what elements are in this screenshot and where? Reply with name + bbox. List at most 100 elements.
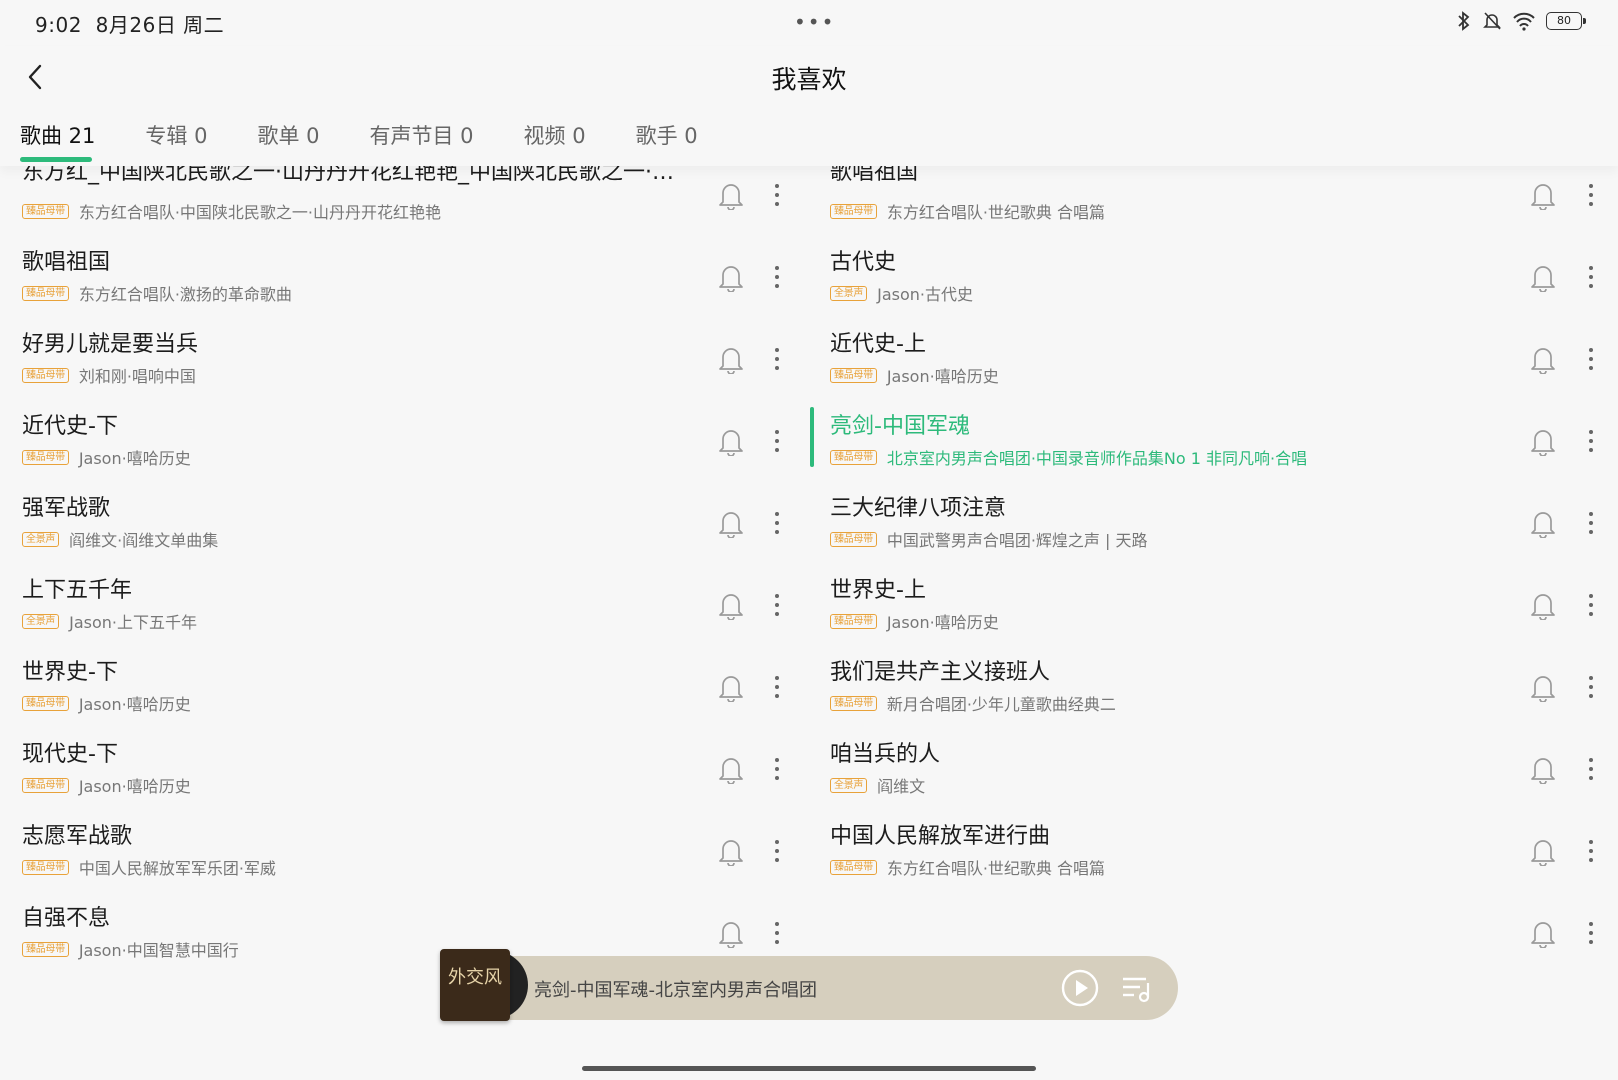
bell-icon[interactable] [1530,918,1556,948]
bell-icon[interactable] [718,590,744,620]
song-meta: 臻品母带 东方红合唱队·世纪歌典 合唱篇 [830,199,1105,223]
song-row[interactable]: 古代史 全景声 Jason·古代史 [830,244,1600,326]
bell-icon[interactable] [718,918,744,948]
bell-icon[interactable] [718,180,744,210]
quality-badge: 全景声 [830,285,868,301]
bell-icon[interactable] [718,262,744,292]
tab-audio-programs[interactable]: 有声节目 0 [370,120,474,150]
bell-icon[interactable] [1530,836,1556,866]
bluetooth-icon [1458,11,1470,31]
playing-indicator [810,407,814,467]
artist-album: Jason·中国智慧中国行 [78,941,239,960]
song-row[interactable]: 中国人民解放军进行曲 臻品母带 东方红合唱队·世纪歌典 合唱篇 [830,818,1600,900]
song-row[interactable]: 歌唱祖国 臻品母带 东方红合唱队·世纪歌典 合唱篇 [830,160,1600,244]
home-indicator[interactable] [582,1066,1036,1071]
tab-albums[interactable]: 专辑 0 [145,120,207,150]
quality-badge: 臻品母带 [830,449,877,465]
bell-icon[interactable] [718,344,744,374]
artist-album: 阎维文·阎维文单曲集 [69,531,219,550]
song-row[interactable]: 近代史-下 臻品母带 Jason·嘻哈历史 [22,408,792,490]
tab-artists[interactable]: 歌手 0 [636,120,698,150]
artist-album: 东方红合唱队·激扬的革命歌曲 [78,285,292,304]
bell-icon[interactable] [718,754,744,784]
play-icon[interactable] [1060,968,1100,1008]
page-header: 我喜欢 歌曲 21 专辑 0 歌单 0 有声节目 0 视频 0 歌手 0 [0,46,1618,166]
more-vert-icon[interactable] [772,262,782,292]
bell-icon[interactable] [718,426,744,456]
bell-icon[interactable] [1530,508,1556,538]
song-row[interactable]: 强军战歌 全景声 阎维文·阎维文单曲集 [22,490,792,572]
more-vert-icon[interactable] [1586,590,1596,620]
artist-album: Jason·嘻哈历史 [78,449,191,468]
song-meta: 臻品母带 Jason·中国智慧中国行 [22,937,239,961]
more-vert-icon[interactable] [1586,672,1596,702]
more-vert-icon[interactable] [772,836,782,866]
more-vert-icon[interactable] [772,918,782,948]
song-row[interactable]: 上下五千年 全景声 Jason·上下五千年 [22,572,792,654]
song-title: 近代史-上 [830,332,926,357]
battery-icon: 80 [1546,12,1586,30]
bell-icon[interactable] [718,672,744,702]
song-title: 现代史-下 [22,742,118,767]
song-title: 好男儿就是要当兵 [22,332,199,357]
status-time: 9:02 8月26日 周二 [35,9,224,38]
bell-icon[interactable] [718,836,744,866]
mini-player[interactable]: 亮剑-中国军魂-北京室内男声合唱团 [440,956,1178,1020]
more-dots-icon[interactable]: ••• [794,10,835,34]
more-vert-icon[interactable] [772,672,782,702]
song-row[interactable]: 我们是共产主义接班人 臻品母带 新月合唱团·少年儿童歌曲经典二 [830,654,1600,736]
bell-icon[interactable] [1530,590,1556,620]
song-row[interactable]: 近代史-上 臻品母带 Jason·嘻哈历史 [830,326,1600,408]
quality-badge: 全景声 [22,613,60,629]
song-row[interactable]: 好男儿就是要当兵 臻品母带 刘和刚·唱响中国 [22,326,792,408]
more-vert-icon[interactable] [1586,262,1596,292]
song-meta: 臻品母带 东方红合唱队·世纪歌典 合唱篇 [830,855,1105,879]
more-vert-icon[interactable] [772,426,782,456]
more-vert-icon[interactable] [1586,836,1596,866]
playlist-queue-icon[interactable] [1120,971,1154,1005]
album-cover[interactable]: 外交风 [440,949,528,1021]
bell-icon[interactable] [1530,344,1556,374]
artist-album: Jason·嘻哈历史 [886,367,999,386]
song-meta: 臻品母带 中国武警男声合唱团·辉煌之声 | 天路 [830,527,1147,551]
song-row[interactable]: 亮剑-中国军魂 臻品母带 北京室内男声合唱团·中国录音师作品集No 1 非同凡响·合… [810,407,1600,490]
bell-icon[interactable] [718,508,744,538]
song-list-right: 歌唱祖国 臻品母带 东方红合唱队·世纪歌典 合唱篇 古代史 全景声 Jason·古代史 近代… [810,160,1600,982]
more-vert-icon[interactable] [772,180,782,210]
bell-icon[interactable] [1530,262,1556,292]
song-row[interactable]: 歌唱祖国 臻品母带 东方红合唱队·激扬的革命歌曲 [22,244,792,326]
more-vert-icon[interactable] [1586,918,1596,948]
quality-badge: 臻品母带 [22,695,69,711]
more-vert-icon[interactable] [1586,180,1596,210]
artist-album: 东方红合唱队·世纪歌典 合唱篇 [886,203,1105,222]
system-icons: 80 [1456,11,1586,31]
bell-icon[interactable] [1530,426,1556,456]
song-row[interactable]: 咱当兵的人 全景声 阎维文 [830,736,1600,818]
song-row[interactable]: 现代史-下 臻品母带 Jason·嘻哈历史 [22,736,792,818]
song-meta: 臻品母带 东方红合唱队·激扬的革命歌曲 [22,281,292,305]
song-row[interactable]: 世界史-上 臻品母带 Jason·嘻哈历史 [830,572,1600,654]
song-row[interactable]: 志愿军战歌 臻品母带 中国人民解放军军乐团·军威 [22,818,792,900]
more-vert-icon[interactable] [772,754,782,784]
song-row[interactable]: 世界史-下 臻品母带 Jason·嘻哈历史 [22,654,792,736]
more-vert-icon[interactable] [772,344,782,374]
artist-album: 中国人民解放军军乐团·军威 [78,859,276,878]
more-vert-icon[interactable] [1586,426,1596,456]
song-meta: 臻品母带 Jason·嘻哈历史 [830,609,999,633]
bell-icon[interactable] [1530,754,1556,784]
bell-icon[interactable] [1530,180,1556,210]
more-vert-icon[interactable] [772,590,782,620]
tab-playlists[interactable]: 歌单 0 [257,120,319,150]
artist-album: 新月合唱团·少年儿童歌曲经典二 [886,695,1116,714]
more-vert-icon[interactable] [1586,754,1596,784]
song-title: 咱当兵的人 [830,742,941,767]
quality-badge: 臻品母带 [830,859,877,875]
song-row[interactable]: 东方红_中国陕北民歌之一·山丹丹开花红艳艳_中国陕北民歌之一·… 臻品母带 东方红合… [22,160,792,244]
more-vert-icon[interactable] [772,508,782,538]
song-row[interactable]: 三大纪律八项注意 臻品母带 中国武警男声合唱团·辉煌之声 | 天路 [830,490,1600,572]
tab-videos[interactable]: 视频 0 [524,120,586,150]
tab-songs[interactable]: 歌曲 21 [20,120,95,162]
bell-icon[interactable] [1530,672,1556,702]
more-vert-icon[interactable] [1586,508,1596,538]
more-vert-icon[interactable] [1586,344,1596,374]
